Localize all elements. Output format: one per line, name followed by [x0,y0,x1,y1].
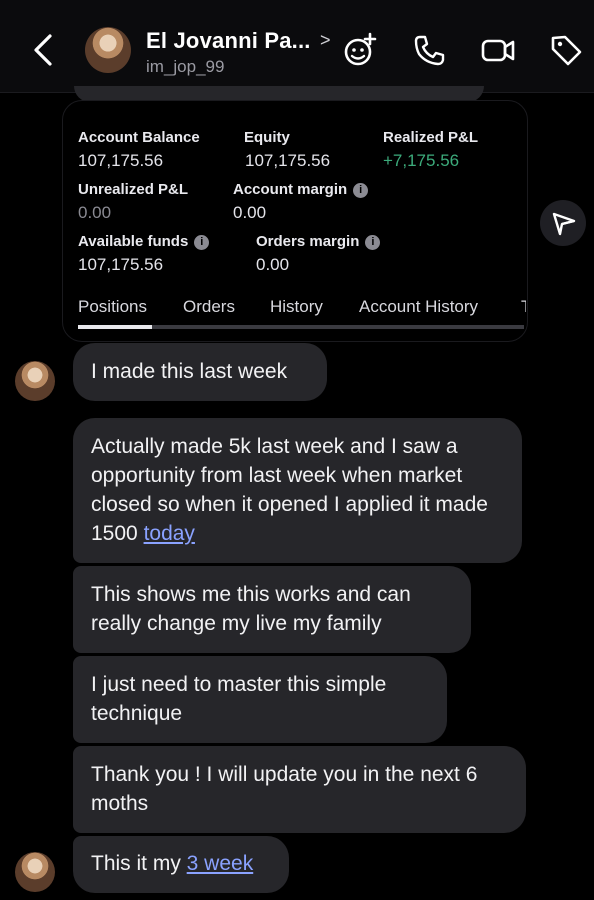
contact-avatar[interactable] [85,27,131,73]
equity-value: 107,175.56 [245,151,331,170]
chat-header: El Jovanni Pa... > im_jop_99 [0,0,594,93]
message-bubble[interactable]: This it my 3 week [73,836,289,893]
message-text: Thank you ! I will update you in the nex… [91,763,478,815]
message-link[interactable]: 3 week [187,852,254,875]
message-bubble[interactable]: I made this last week [73,343,327,401]
orders-margin-value: 0.00 [256,255,290,274]
account-balance-label: Account Balance [78,129,200,146]
video-call-icon[interactable] [480,32,516,68]
message-text: I just need to master this simple techni… [91,673,387,725]
account-margin-value: 0.00 [233,203,267,222]
message-bubble[interactable]: I just need to master this simple techni… [73,656,447,743]
tab-history: History [270,297,323,316]
sender-avatar[interactable] [15,361,55,401]
info-icon: i [365,235,381,250]
tab-active-indicator [78,325,152,329]
contact-name: El Jovanni Pa... [146,28,311,53]
realized-pl-value: +7,175.56 [383,151,460,170]
message-bubble[interactable]: Thank you ! I will update you in the nex… [73,746,526,833]
message-text: This shows me this works and can really … [91,583,411,635]
orders-margin-text: Orders margin [256,233,360,250]
equity-label: Equity [244,129,290,146]
orders-margin-label: Orders margin i [256,233,381,250]
info-icon: i [194,235,210,250]
tab-account-history: Account History [359,297,479,316]
back-arrow-icon[interactable] [30,32,58,68]
send-icon [552,212,576,236]
tab-truncated: T [521,297,526,317]
account-margin-text: Account margin [233,181,348,198]
contact-name-link[interactable]: El Jovanni Pa... [146,28,311,54]
unrealized-pl-label: Unrealized P&L [78,181,189,198]
tag-icon[interactable] [548,32,584,68]
unrealized-pl-value: 0.00 [78,203,112,222]
contact-username: im_jop_99 [146,57,225,76]
message-link[interactable]: today [144,522,195,545]
effects-icon[interactable] [342,32,378,68]
sender-avatar[interactable] [15,852,55,892]
phone-icon[interactable] [412,32,448,68]
message-bubble[interactable]: This shows me this works and can really … [73,566,471,653]
realized-pl-label: Realized P&L [383,129,479,146]
available-funds-value: 107,175.56 [78,255,164,274]
tab-orders: Orders [183,297,235,316]
message-text: This it my [91,852,187,875]
message-bubble[interactable]: Actually made 5k last week and I saw a o… [73,418,522,563]
account-balance-value: 107,175.56 [78,151,164,170]
tab-positions: Positions [78,297,147,316]
available-funds-label: Available funds i [78,233,210,250]
available-funds-text: Available funds [78,233,189,250]
message-text: I made this last week [91,360,288,383]
share-button[interactable] [540,200,586,246]
account-margin-label: Account margin i [233,181,369,198]
chevron-right-icon[interactable]: > [320,30,331,51]
info-icon: i [353,183,369,198]
